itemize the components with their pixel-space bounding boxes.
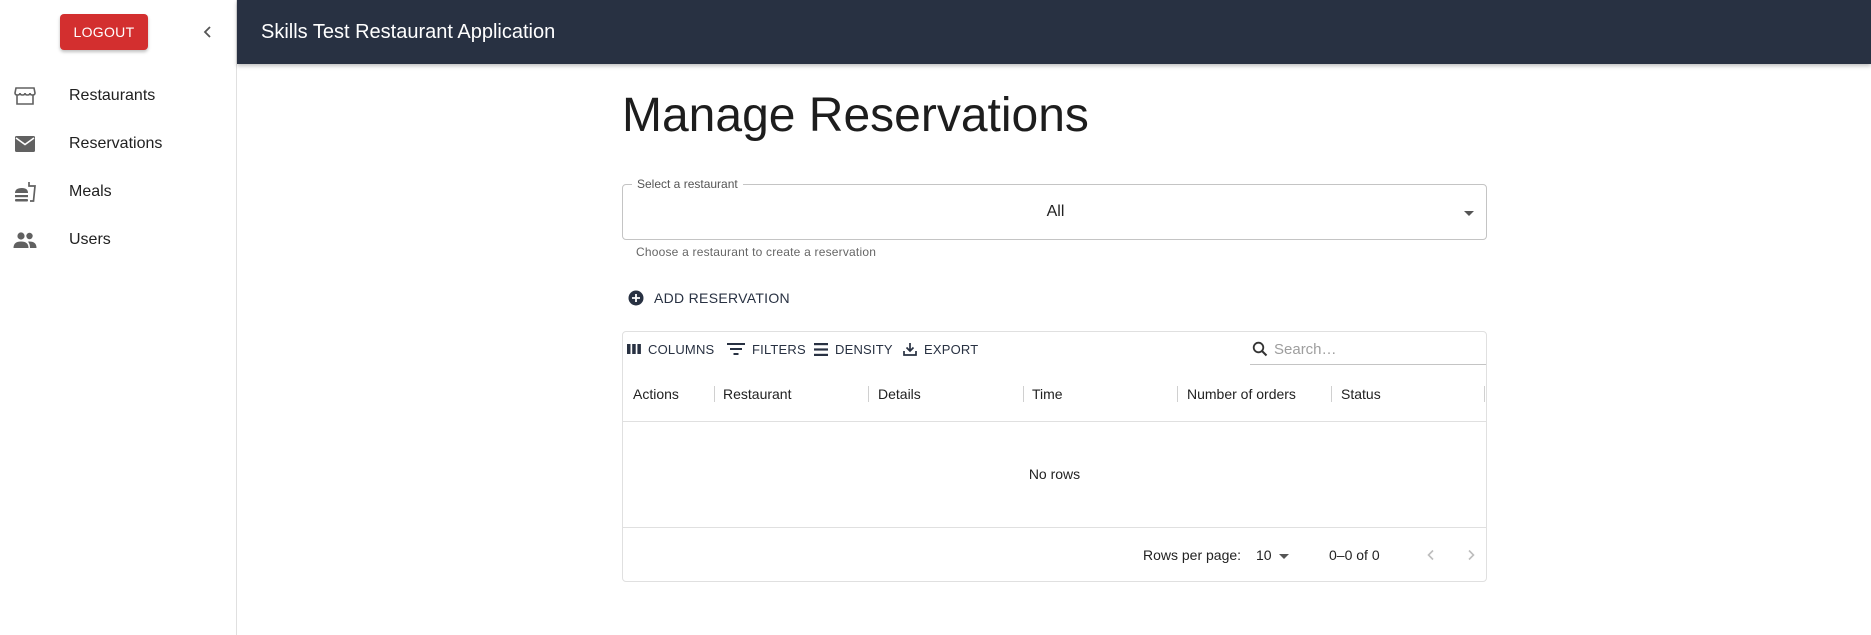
restaurant-select-helper: Choose a restaurant to create a reservat…	[636, 245, 877, 259]
columns-button[interactable]: COLUMNS	[627, 338, 714, 360]
collapse-sidebar-button[interactable]	[196, 18, 220, 46]
export-button[interactable]: EXPORT	[903, 338, 978, 360]
density-icon	[814, 342, 828, 356]
grid-search	[1250, 334, 1486, 365]
add-reservation-label: ADD RESERVATION	[654, 290, 790, 306]
column-separator[interactable]	[868, 386, 869, 402]
no-rows-message: No rows	[1028, 466, 1081, 482]
fastfood-icon	[13, 180, 37, 204]
filters-label: FILTERS	[752, 341, 806, 357]
column-separator[interactable]	[1177, 386, 1178, 402]
mail-icon	[13, 132, 37, 156]
page-title: Manage Reservations	[622, 89, 1089, 142]
grid-header-row: Actions Restaurant Details Time Number o…	[623, 366, 1486, 422]
add-reservation-button[interactable]: ADD RESERVATION	[622, 282, 790, 314]
storefront-icon	[13, 84, 37, 108]
reservations-grid: COLUMNS FILTERS DENSITY EXPORT Search… A…	[622, 331, 1487, 582]
chevron-left-icon	[203, 26, 211, 38]
sidebar-item-restaurants[interactable]: Restaurants	[0, 72, 236, 120]
column-separator[interactable]	[1331, 386, 1332, 402]
column-separator[interactable]	[1484, 386, 1485, 402]
grid-body: No rows	[623, 423, 1486, 528]
previous-page-button[interactable]	[1417, 541, 1445, 569]
filters-button[interactable]: FILTERS	[727, 338, 806, 360]
filter-list-icon	[727, 343, 745, 355]
grid-toolbar: COLUMNS FILTERS DENSITY EXPORT Search…	[623, 332, 1486, 366]
sidebar-item-label: Users	[69, 231, 111, 248]
sidebar-item-label: Restaurants	[69, 87, 156, 104]
sidebar-item-label: Reservations	[69, 135, 163, 152]
density-button[interactable]: DENSITY	[814, 338, 893, 360]
search-input[interactable]	[1274, 340, 1464, 358]
rows-per-page-label: Rows per page:	[1143, 547, 1242, 563]
sidebar-item-reservations[interactable]: Reservations	[0, 120, 236, 168]
chevron-right-icon	[1468, 549, 1475, 561]
sidebar-item-users[interactable]: Users	[0, 216, 236, 264]
column-header-number-of-orders[interactable]: Number of orders	[1187, 366, 1296, 422]
sidebar: LOGOUT Restaurants Reservations Meals Us…	[0, 0, 237, 635]
view-column-icon	[627, 344, 641, 354]
add-circle-icon	[628, 290, 644, 306]
dropdown-arrow-icon	[1464, 211, 1474, 216]
sidebar-item-label: Meals	[69, 183, 112, 200]
dropdown-arrow-icon[interactable]	[1279, 554, 1289, 559]
column-header-time[interactable]: Time	[1032, 366, 1063, 422]
export-label: EXPORT	[924, 341, 979, 357]
column-header-status[interactable]: Status	[1341, 366, 1381, 422]
pagination-range: 0–0 of 0	[1329, 547, 1380, 563]
columns-label: COLUMNS	[648, 341, 715, 357]
logout-button[interactable]: LOGOUT	[60, 14, 148, 50]
restaurant-select-value: All	[1046, 203, 1065, 220]
next-page-button[interactable]	[1457, 541, 1485, 569]
restaurant-select[interactable]: Select a restaurant All	[622, 177, 1487, 240]
column-separator[interactable]	[714, 386, 715, 402]
column-header-restaurant[interactable]: Restaurant	[723, 366, 791, 422]
sidebar-nav: Restaurants Reservations Meals Users	[0, 72, 236, 264]
grid-footer: Rows per page: 10 0–0 of 0	[623, 529, 1486, 581]
column-separator[interactable]	[1023, 386, 1024, 402]
column-header-details[interactable]: Details	[878, 366, 921, 422]
people-icon	[13, 228, 37, 252]
app-title: Skills Test Restaurant Application	[261, 20, 556, 43]
rows-per-page-select[interactable]: 10	[1256, 547, 1272, 563]
column-header-actions[interactable]: Actions	[633, 366, 679, 422]
download-icon	[903, 343, 917, 356]
app-bar: Skills Test Restaurant Application	[237, 0, 1871, 64]
sidebar-item-meals[interactable]: Meals	[0, 168, 236, 216]
search-icon	[1252, 341, 1268, 357]
chevron-left-icon	[1427, 549, 1434, 561]
density-label: DENSITY	[835, 341, 893, 357]
restaurant-select-label: Select a restaurant	[632, 177, 743, 191]
